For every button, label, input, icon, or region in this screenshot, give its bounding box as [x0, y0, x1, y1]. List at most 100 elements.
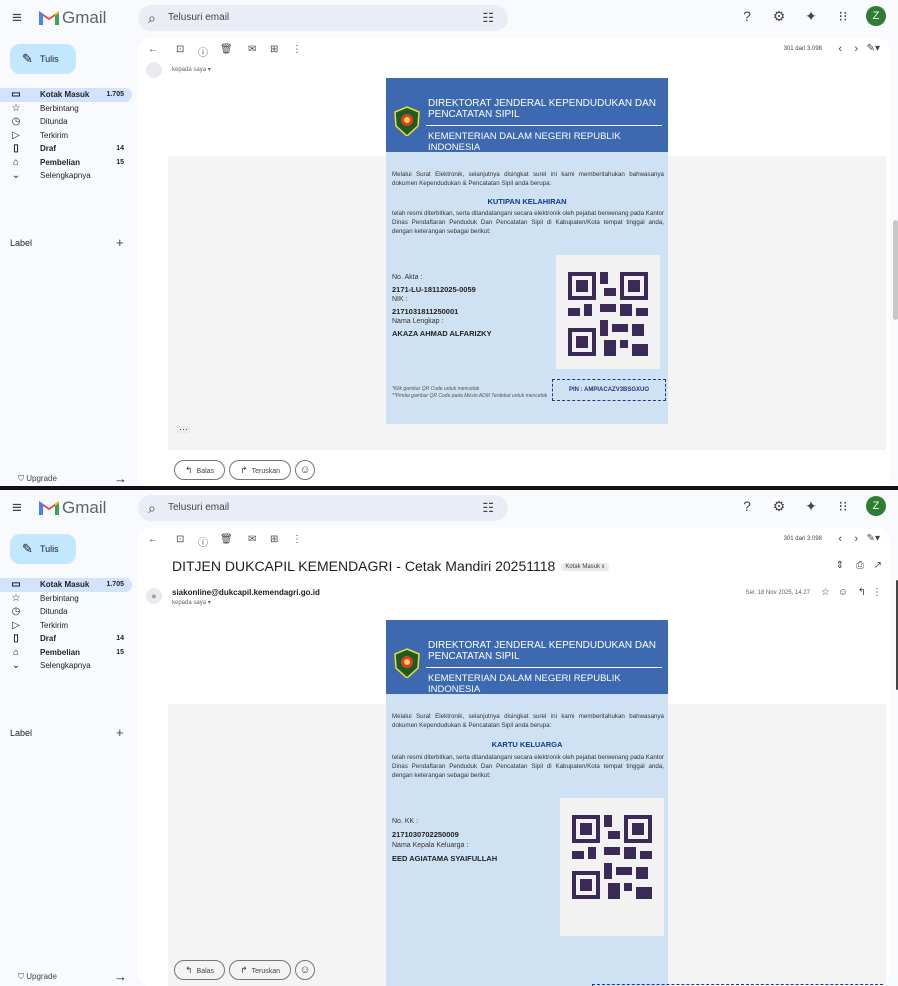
input-tools-icon[interactable]: ✎▾ [867, 533, 880, 544]
help-icon[interactable]: ? [738, 8, 756, 24]
upgrade-link[interactable]: ⛉ Upgrade [18, 972, 57, 982]
compose-button[interactable]: ✎ Tulis [10, 534, 76, 564]
emoji-reaction-button[interactable]: ☺ [295, 460, 316, 480]
next-icon[interactable]: › [854, 43, 858, 55]
print-icon[interactable]: ⎙ [856, 560, 864, 571]
add-label-button[interactable]: + [116, 725, 124, 740]
input-tools-icon[interactable]: ✎▾ [867, 43, 880, 54]
emoji-reaction-button[interactable]: ☺ [295, 960, 316, 980]
search-icon[interactable]: ⌕ [148, 10, 156, 27]
back-icon[interactable]: ← [148, 534, 158, 545]
forward-button[interactable]: ↱ Teruskan [229, 960, 292, 980]
recipient-info[interactable]: kepada saya ▾ [172, 66, 211, 73]
archive-icon[interactable]: ⊡ [176, 44, 184, 55]
search-bar[interactable]: ⌕ Telusuri email ☷ [138, 495, 508, 521]
back-icon[interactable]: ← [148, 44, 158, 55]
sidebar-item-more[interactable]: ⌄ Selengkapnya [0, 659, 132, 673]
sidebar-item-sent[interactable]: ▷ Terkirim [0, 129, 132, 143]
sender-email[interactable]: siakonline@dukcapil.kemendagri.go.id [172, 588, 320, 597]
recipient-info[interactable]: kepada saya ▾ [172, 599, 211, 606]
emoji-icon[interactable]: ☺ [838, 587, 848, 598]
head-label: Nama Kepala Keluarga : [392, 842, 469, 849]
sidebar-item-purchases[interactable]: ⌂ Pembelian 15 [0, 646, 132, 660]
sidebar-nav: ▭ Kotak Masuk 1.705 ☆ Berbintang ◷ Ditunda ▷… [0, 88, 132, 183]
mark-unread-icon[interactable]: ✉ [248, 44, 256, 55]
avatar[interactable]: Z [866, 496, 886, 516]
footnote-2: **Pindai gambar QR Code pada Mesin ADM T… [392, 393, 548, 399]
dukcapil-card: DIREKTORAT JENDERAL KEPENDUDUKAN DAN PEN… [386, 78, 668, 424]
arrow-right-icon[interactable]: → [114, 471, 127, 486]
add-label-button[interactable]: + [116, 235, 124, 250]
chevron-down-icon: ⌄ [11, 170, 21, 181]
delete-icon[interactable]: 🗑 [220, 534, 233, 545]
filter-icon[interactable]: ☷ [482, 500, 494, 516]
sidebar-item-inbox[interactable]: ▭ Kotak Masuk 1.705 [0, 578, 132, 592]
search-input[interactable]: Telusuri email [168, 12, 229, 23]
gemini-icon[interactable]: ✦ [802, 498, 820, 515]
scrollbar[interactable] [893, 220, 898, 320]
inbox-badge[interactable]: Kotak Masuk x [561, 563, 609, 572]
reply-label: Balas [196, 468, 215, 475]
gemini-icon[interactable]: ✦ [802, 8, 820, 25]
report-spam-icon[interactable]: ⓘ [198, 534, 208, 549]
menu-icon[interactable]: ≡ [12, 9, 22, 26]
menu-icon[interactable]: ≡ [12, 499, 22, 516]
forward-button[interactable]: ↱ Teruskan [229, 460, 292, 480]
sidebar-item-purchases[interactable]: ⌂ Pembelian 15 [0, 156, 132, 170]
message-toolbar: ← ⊡ ⓘ 🗑 ✉ ⊞ ⋮ 301 dari 3.098 ‹ › ✎▾ [138, 38, 890, 62]
gmail-window-top: ≡ Gmail ⌕ Telusuri email ☷ ? ⚙ ✦ ⁝⁝ Z ✎ … [0, 0, 898, 488]
apps-icon[interactable]: ⁝⁝ [834, 498, 852, 515]
card-subtitle: KEMENTERIAN DALAM NEGERI REPUBLIK INDONE… [428, 131, 621, 153]
avatar[interactable]: Z [866, 6, 886, 26]
sidebar-item-sent[interactable]: ▷ Terkirim [0, 619, 132, 633]
star-icon[interactable]: ☆ [821, 587, 830, 598]
upgrade-link[interactable]: ⛉ Upgrade [18, 474, 57, 484]
sidebar-item-drafts[interactable]: ▯ Draf 14 [0, 142, 132, 156]
sidebar-item-starred[interactable]: ☆ Berbintang [0, 102, 132, 116]
gmail-logo-icon[interactable] [38, 8, 60, 26]
toggle-expand-icon[interactable]: ⇕ [836, 560, 844, 571]
sidebar-item-label: Berbintang [40, 593, 79, 603]
report-spam-icon[interactable]: ⓘ [198, 44, 208, 59]
delete-icon[interactable]: 🗑 [220, 44, 233, 55]
move-to-icon[interactable]: ⊞ [270, 534, 278, 545]
prev-icon[interactable]: ‹ [838, 43, 842, 55]
compose-button[interactable]: ✎ Tulis [10, 44, 76, 74]
footnote-1: *Klik gambar QR Code untuk mencetak [392, 386, 480, 392]
more-vert-icon[interactable]: ⋮ [872, 587, 882, 598]
more-vert-icon[interactable]: ⋮ [292, 534, 302, 545]
search-icon[interactable]: ⌕ [148, 500, 156, 517]
more-vert-icon[interactable]: ⋮ [292, 44, 302, 55]
search-input[interactable]: Telusuri email [168, 502, 229, 513]
apps-icon[interactable]: ⁝⁝ [834, 8, 852, 25]
qr-code[interactable] [556, 255, 660, 369]
reply-icon: ↰ [185, 965, 193, 975]
mark-unread-icon[interactable]: ✉ [248, 534, 256, 545]
help-icon[interactable]: ? [738, 498, 756, 514]
prev-icon[interactable]: ‹ [838, 533, 842, 545]
show-trimmed-button[interactable]: ⋯ [176, 425, 191, 434]
sidebar-item-inbox[interactable]: ▭ Kotak Masuk 1.705 [0, 88, 132, 102]
next-icon[interactable]: › [854, 533, 858, 545]
settings-icon[interactable]: ⚙ [770, 8, 788, 25]
gmail-logo-icon[interactable] [38, 498, 60, 516]
settings-icon[interactable]: ⚙ [770, 498, 788, 515]
archive-icon[interactable]: ⊡ [176, 534, 184, 545]
star-icon: ☆ [11, 592, 21, 604]
sidebar-item-drafts[interactable]: ▯ Draf 14 [0, 632, 132, 646]
filter-icon[interactable]: ☷ [482, 10, 494, 26]
move-to-icon[interactable]: ⊞ [270, 44, 278, 55]
sidebar-item-starred[interactable]: ☆ Berbintang [0, 592, 132, 606]
sidebar-item-label: Draf [40, 144, 57, 153]
search-bar[interactable]: ⌕ Telusuri email ☷ [138, 5, 508, 31]
reply-icon[interactable]: ↰ [858, 587, 866, 598]
sidebar-item-snoozed[interactable]: ◷ Ditunda [0, 115, 132, 129]
qr-code[interactable] [560, 798, 664, 936]
sidebar-item-snoozed[interactable]: ◷ Ditunda [0, 605, 132, 619]
open-new-window-icon[interactable]: ↗ [874, 560, 882, 571]
sidebar-item-more[interactable]: ⌄ Selengkapnya [0, 169, 132, 183]
reply-button[interactable]: ↰ Balas [174, 960, 226, 980]
arrow-right-icon[interactable]: → [114, 969, 127, 984]
card-divider [426, 125, 662, 126]
reply-button[interactable]: ↰ Balas [174, 460, 226, 480]
